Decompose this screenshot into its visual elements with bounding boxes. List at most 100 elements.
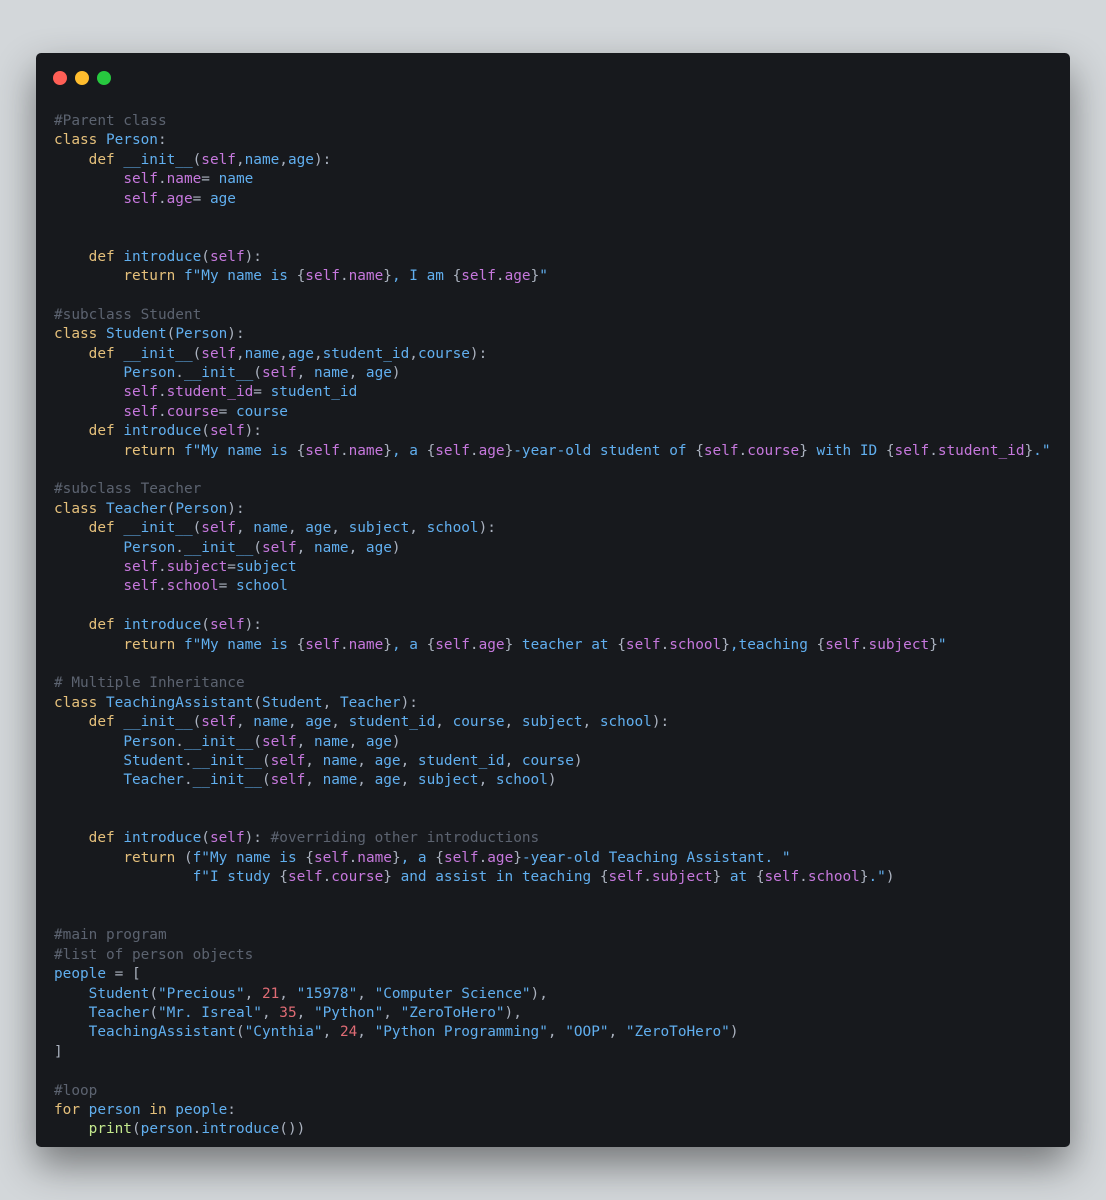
code-token-self: self (313, 849, 349, 866)
code-token-punct: ( (253, 365, 262, 382)
code-token-punct: { (426, 442, 436, 459)
code-token-punct: ): (313, 151, 332, 168)
code-token-string: ,teaching (729, 636, 817, 653)
code-token-string: f"My name is (183, 442, 297, 459)
code-token-punct: . (175, 733, 184, 750)
code-line: def introduce(self): #overriding other i… (54, 829, 1051, 848)
code-token-punct: . (643, 869, 652, 886)
code-token-self: name (348, 636, 384, 653)
code-token-punct: ), (530, 985, 548, 1002)
code-token-punct: , (296, 539, 314, 556)
code-line: TeachingAssistant("Cynthia", 24, "Python… (54, 1023, 1051, 1042)
code-line: people = [ (54, 965, 1051, 984)
code-token-punct: ): (400, 694, 418, 711)
code-line: def introduce(self): (54, 248, 1051, 267)
code-token-param: name (313, 733, 349, 750)
code-token-keyword: class (54, 500, 106, 517)
code-token-string: f"I study (192, 869, 280, 886)
code-token-string: -year-old Teaching Assistant. " (521, 849, 791, 866)
code-token-punct: } (504, 636, 514, 653)
code-token-punct: { (296, 636, 306, 653)
code-token-classname: Person (123, 733, 176, 750)
code-token-param: course (521, 752, 574, 769)
code-token-self: self (305, 442, 340, 459)
code-token-punct: = (218, 403, 236, 420)
code-line: self.student_id= student_id (54, 383, 1051, 402)
code-token-punct: ( (183, 849, 193, 866)
code-token-keyword: class (54, 326, 106, 343)
code-token-self: self (261, 733, 297, 750)
code-token-punct: , (582, 714, 600, 731)
code-token-self: course (747, 442, 800, 459)
code-line: class Person: (54, 131, 1051, 150)
code-token-self: subject (651, 869, 713, 886)
code-token-punct: { (452, 268, 462, 285)
code-token-comment: #subclass Teacher (54, 481, 202, 498)
code-token-func: introduce (123, 830, 202, 847)
code-token-punct: . (348, 849, 358, 866)
code-token-punct: , (279, 345, 288, 362)
code-token-keyword: def (88, 714, 124, 731)
code-token-self: age (504, 268, 531, 285)
code-token-string: "OOP" (565, 1024, 609, 1041)
code-token-self: age (478, 636, 505, 653)
code-token-func: introduce (123, 617, 202, 634)
code-token-param: school (426, 520, 479, 537)
code-token-func: __init__ (183, 365, 254, 382)
code-token-string: "Mr. Isreal" (157, 1004, 262, 1021)
code-token-string: ." (1033, 442, 1051, 459)
code-token-self: self (625, 636, 661, 653)
code-token-punct: . (157, 190, 167, 207)
code-line: ​ (54, 287, 1051, 306)
code-token-keyword: def (88, 520, 124, 537)
code-token-punct: ) (547, 772, 557, 789)
code-token-punct: { (296, 268, 306, 285)
code-line: #Parent class (54, 112, 1051, 131)
code-token-number: 24 (339, 1024, 358, 1041)
code-token-self: name (357, 849, 392, 866)
red-dot-icon[interactable] (53, 71, 67, 85)
code-line: Person.__init__(self, name, age) (54, 733, 1051, 752)
yellow-dot-icon[interactable] (75, 71, 89, 85)
code-token-param: student_id (322, 345, 410, 362)
code-token-classname: Teacher (339, 694, 401, 711)
code-line: return f"My name is {self.name}, a {self… (54, 636, 1051, 655)
code-token-punct: . (157, 171, 167, 188)
code-token-punct: ): (227, 326, 245, 343)
code-token-punct: , (235, 714, 254, 731)
code-line: Student("Precious", 21, "15978", "Comput… (54, 985, 1051, 1004)
code-line: Person.__init__(self, name, age) (54, 539, 1051, 558)
code-token-punct: ( (261, 772, 271, 789)
code-line: Student.__init__(self, name, age, studen… (54, 752, 1051, 771)
code-token-punct: , (287, 714, 306, 731)
code-token-punct: { (296, 442, 306, 459)
code-token-classname: TeachingAssistant (88, 1024, 236, 1041)
code-line: self.name= name (54, 170, 1051, 189)
code-token-punct: { (279, 869, 288, 886)
code-token-punct: ( (253, 733, 262, 750)
code-token-self: age (166, 190, 193, 207)
code-token-classname: Student (123, 752, 184, 769)
code-token-punct: . (929, 442, 938, 459)
code-token-punct: . (157, 403, 167, 420)
green-dot-icon[interactable] (97, 71, 111, 85)
code-token-punct: . (183, 752, 193, 769)
code-line: class Teacher(Person): (54, 500, 1051, 519)
code-token-punct: . (469, 636, 479, 653)
code-token-param: subject (521, 714, 583, 731)
code-token-self: self (261, 539, 297, 556)
code-token-param: name (244, 345, 280, 362)
code-token-punct: , (547, 1024, 566, 1041)
code-token-punct: ( (253, 694, 262, 711)
code-token-punct: . (495, 268, 505, 285)
code-token-self: self (209, 248, 245, 265)
code-token-builtin: print (88, 1121, 132, 1138)
